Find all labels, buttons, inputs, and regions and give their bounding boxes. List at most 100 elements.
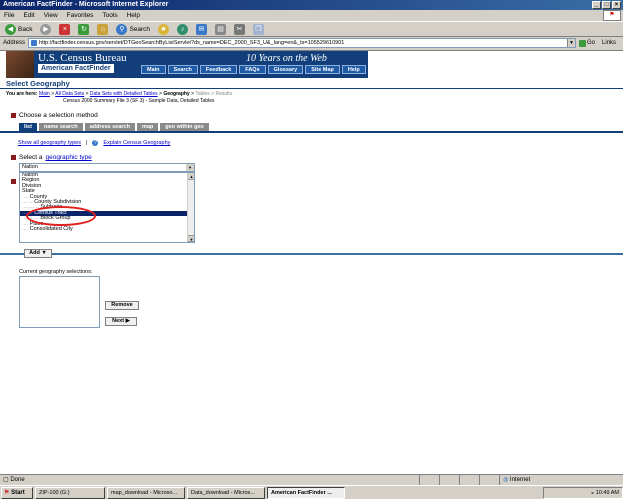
minimize-icon[interactable]: _ bbox=[592, 1, 601, 9]
tab-list[interactable]: list bbox=[19, 123, 37, 131]
back-label: Back bbox=[18, 25, 33, 33]
breadcrumb-main[interactable]: Main bbox=[39, 91, 50, 97]
breadcrumb-rest: Tables > Results bbox=[195, 91, 233, 97]
window-title-bar: American FactFinder - Microsoft Internet… bbox=[0, 0, 623, 10]
page-title: Select Geography bbox=[6, 79, 70, 88]
taskbar-item-data-download[interactable]: Data_download - Micros... bbox=[187, 486, 265, 499]
add-button[interactable]: Add ▼ bbox=[24, 249, 52, 258]
banner-subtitle: American FactFinder bbox=[38, 64, 114, 73]
choose-method-label: Choose a selection method bbox=[19, 112, 98, 119]
stop-button[interactable]: × bbox=[57, 23, 72, 36]
nav-faqs[interactable]: FAQs bbox=[239, 65, 266, 74]
tab-map[interactable]: map bbox=[136, 123, 159, 131]
start-label: Start bbox=[11, 489, 25, 496]
chevron-down-icon[interactable]: ▼ bbox=[186, 164, 194, 171]
section-bullet-icon bbox=[11, 155, 16, 160]
taskbar-item-zip[interactable]: ZIP-100 (G:) bbox=[35, 486, 105, 499]
banner-title: U.S. Census Bureau bbox=[38, 52, 127, 64]
status-text: ▢ Done bbox=[0, 475, 420, 485]
scroll-up-icon[interactable]: ▲ bbox=[188, 173, 194, 180]
nav-search[interactable]: Search bbox=[167, 65, 198, 74]
taskbar-item-map-download[interactable]: map_download - Microso... bbox=[107, 486, 185, 499]
address-dropdown-icon[interactable]: ▼ bbox=[567, 39, 576, 47]
menu-tools[interactable]: Tools bbox=[102, 10, 117, 21]
media-button[interactable]: ♪ bbox=[175, 23, 190, 36]
star-icon: ★ bbox=[158, 23, 170, 35]
nav-main[interactable]: Main bbox=[141, 65, 166, 74]
address-label: Address bbox=[3, 40, 26, 46]
refresh-button[interactable]: ↻ bbox=[76, 23, 91, 36]
close-icon[interactable]: × bbox=[612, 1, 621, 9]
address-url: http://factfinder.census.gov/servlet/DTG… bbox=[39, 40, 345, 46]
list-item[interactable]: .... Consolidated City bbox=[20, 225, 194, 232]
copy-button[interactable]: ❐ bbox=[251, 23, 266, 36]
menu-edit[interactable]: Edit bbox=[23, 10, 34, 21]
search-button[interactable]: ⚲ Search bbox=[114, 23, 152, 36]
banner-tagline: 10 Years on the Web bbox=[246, 53, 327, 64]
go-arrow-icon bbox=[579, 39, 587, 47]
status-label: Done bbox=[10, 477, 25, 483]
window-controls: _ □ × bbox=[592, 1, 621, 9]
status-cell bbox=[440, 475, 460, 485]
menu-view[interactable]: View bbox=[44, 10, 58, 21]
breadcrumb-all-data-sets[interactable]: All Data Sets bbox=[55, 91, 84, 97]
go-button[interactable]: Go bbox=[579, 39, 595, 47]
print-button[interactable]: ▤ bbox=[213, 23, 228, 36]
current-selections-list[interactable] bbox=[19, 276, 100, 328]
favorites-button[interactable]: ★ bbox=[156, 23, 171, 36]
print-icon: ▤ bbox=[215, 23, 227, 35]
highlight-circle bbox=[26, 206, 96, 226]
forward-button[interactable]: ▶ bbox=[38, 23, 53, 36]
listbox-scrollbar[interactable]: ▲ ▼ bbox=[187, 173, 194, 242]
site-nav: Main Search Feedback FAQs Glossary Site … bbox=[141, 65, 366, 74]
remove-button[interactable]: Remove bbox=[105, 301, 139, 310]
address-bar: Address http://factfinder.census.gov/ser… bbox=[0, 37, 623, 49]
address-input[interactable]: http://factfinder.census.gov/servlet/DTG… bbox=[28, 38, 577, 48]
taskbar-item-factfinder[interactable]: American FactFinder ... bbox=[267, 486, 345, 499]
zone-label: Internet bbox=[509, 477, 531, 483]
tray-icon[interactable]: ◒ bbox=[591, 490, 594, 496]
list-item-label: Consolidated City bbox=[29, 225, 73, 232]
scroll-down-icon[interactable]: ▼ bbox=[188, 235, 194, 242]
links-button[interactable]: Links bbox=[602, 40, 616, 46]
nav-feedback[interactable]: Feedback bbox=[199, 65, 238, 74]
geography-type-select[interactable]: Nation ▼ bbox=[19, 163, 195, 172]
census-banner: U.S. Census Bureau American FactFinder 1… bbox=[6, 51, 368, 78]
section-bullet-icon bbox=[11, 113, 16, 118]
nav-site-map[interactable]: Site Map bbox=[305, 65, 340, 74]
home-button[interactable]: ⌂ bbox=[95, 23, 110, 36]
back-button[interactable]: ◀ Back bbox=[3, 23, 34, 36]
explain-geography-link[interactable]: Explain Census Geography bbox=[103, 140, 170, 146]
taskbar: ⚑ Start ZIP-100 (G:) map_download - Micr… bbox=[0, 485, 623, 499]
breadcrumb-current: Geography bbox=[163, 91, 190, 97]
status-cell bbox=[420, 475, 440, 485]
next-button[interactable]: Next ▶ bbox=[105, 317, 137, 326]
nav-help[interactable]: Help bbox=[341, 65, 366, 74]
cut-button[interactable]: ✂ bbox=[232, 23, 247, 36]
show-all-geography-link[interactable]: Show all geography types bbox=[18, 140, 81, 146]
stop-icon: × bbox=[59, 23, 71, 35]
maximize-icon[interactable]: □ bbox=[602, 1, 611, 9]
media-icon: ♪ bbox=[177, 23, 189, 35]
breadcrumb: You are here: Main > All Data Sets > Dat… bbox=[6, 91, 233, 97]
help-icon: ? bbox=[92, 140, 99, 146]
menu-favorites[interactable]: Favorites bbox=[67, 10, 94, 21]
browser-toolbar: ◀ Back ▶ × ↻ ⌂ ⚲ Search ★ ♪ ✉ ▤ ✂ ❐ bbox=[0, 21, 623, 37]
nav-glossary[interactable]: Glossary bbox=[267, 65, 304, 74]
mail-button[interactable]: ✉ bbox=[194, 23, 209, 36]
back-arrow-icon: ◀ bbox=[5, 23, 16, 35]
breadcrumb-detailed-tables[interactable]: Data Sets with Detailed Tables bbox=[90, 91, 158, 97]
tab-name-search[interactable]: name search bbox=[38, 123, 83, 131]
start-button[interactable]: ⚑ Start bbox=[1, 486, 33, 499]
menu-help[interactable]: Help bbox=[127, 10, 140, 21]
tab-geo-within-geo[interactable]: geo within geo bbox=[160, 123, 209, 131]
add-label: Add bbox=[29, 250, 40, 256]
geographic-type-link[interactable]: geographic type bbox=[46, 154, 92, 161]
breadcrumb-prefix: You are here: bbox=[6, 91, 38, 97]
status-cell bbox=[460, 475, 480, 485]
tabs-divider bbox=[0, 131, 623, 133]
menu-file[interactable]: File bbox=[4, 10, 14, 21]
windows-flag-icon: ⚑ bbox=[4, 489, 10, 496]
select-type-header: Select a geographic type bbox=[11, 154, 92, 161]
tab-address-search[interactable]: address search bbox=[84, 123, 135, 131]
